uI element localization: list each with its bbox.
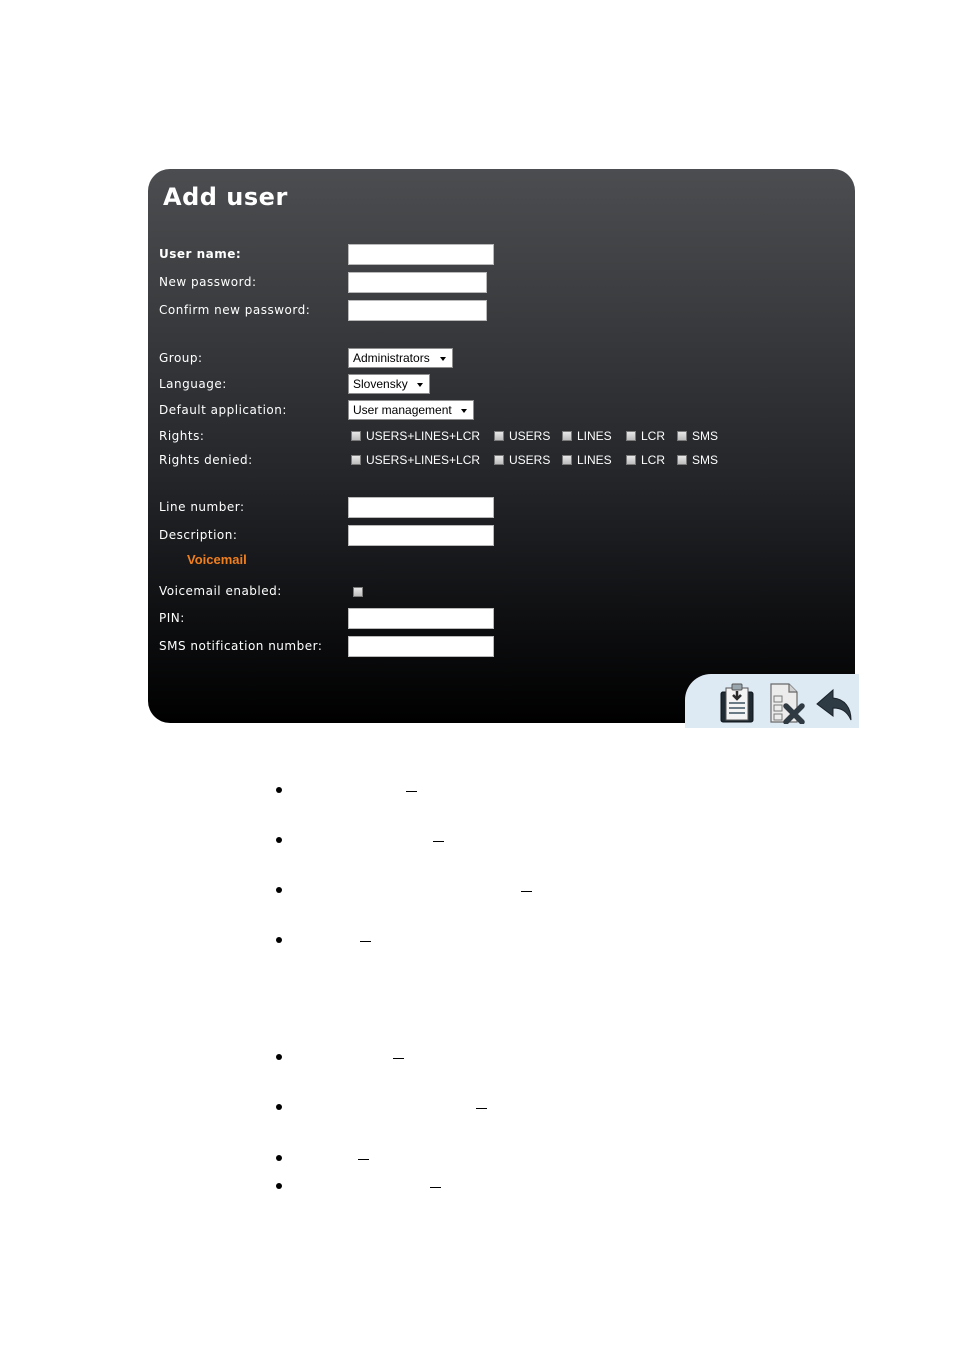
- rights-option-label: LINES: [577, 429, 612, 443]
- chevron-down-icon: [461, 409, 467, 413]
- rights-checkbox-sms[interactable]: [677, 431, 687, 441]
- rights-label: Rights:: [159, 429, 205, 443]
- sms-notification-number-label: SMS notification number:: [159, 639, 323, 653]
- pin-input[interactable]: [348, 608, 494, 629]
- default-application-label: Default application:: [159, 403, 287, 417]
- rights-option-label: USERS: [509, 429, 551, 443]
- bullet-dash: [393, 1058, 404, 1059]
- group-label: Group:: [159, 351, 203, 365]
- bullet-dash: [360, 941, 371, 942]
- save-button[interactable]: [717, 682, 757, 724]
- description-label: Description:: [159, 528, 238, 542]
- rights-denied-option-label: LINES: [577, 453, 612, 467]
- bullet-marker: [276, 887, 282, 893]
- confirm-password-input[interactable]: [348, 300, 487, 321]
- action-toolbar: [685, 674, 859, 728]
- rights-denied-label: Rights denied:: [159, 453, 253, 467]
- voicemail-enabled-checkbox[interactable]: [353, 587, 363, 597]
- bullet-marker: [276, 787, 282, 793]
- default-application-select-value: User management: [353, 403, 452, 417]
- chevron-down-icon: [417, 383, 423, 387]
- rights-denied-checkbox-lcr[interactable]: [626, 455, 636, 465]
- bullet-dash: [430, 1187, 441, 1188]
- rights-checkbox-lines[interactable]: [562, 431, 572, 441]
- add-user-panel: Add user User name: New password: Confir…: [148, 169, 859, 728]
- bullet-dash: [358, 1159, 369, 1160]
- new-password-input[interactable]: [348, 272, 487, 293]
- user-name-label: User name:: [159, 247, 242, 261]
- save-document-icon: [720, 683, 754, 723]
- group-select-value: Administrators: [353, 351, 430, 365]
- user-name-input[interactable]: [348, 244, 494, 265]
- sms-notification-number-input[interactable]: [348, 636, 494, 657]
- rights-option-label: USERS+LINES+LCR: [366, 429, 481, 443]
- rights-denied-option-label: LCR: [641, 453, 666, 467]
- bullet-dash: [521, 891, 532, 892]
- rights-option-label: LCR: [641, 429, 666, 443]
- bullet-marker: [276, 1054, 282, 1060]
- cancel-button[interactable]: [767, 682, 807, 725]
- line-number-label: Line number:: [159, 500, 245, 514]
- back-button[interactable]: [815, 682, 855, 724]
- rights-option-label: SMS: [692, 429, 719, 443]
- rights-denied-checkbox-users[interactable]: [494, 455, 504, 465]
- rights-denied-checkbox-lines[interactable]: [562, 455, 572, 465]
- new-password-label: New password:: [159, 275, 257, 289]
- back-arrow-icon: [816, 688, 852, 721]
- pin-label: PIN:: [159, 611, 185, 625]
- confirm-password-label: Confirm new password:: [159, 303, 311, 317]
- bullet-dash: [476, 1108, 487, 1109]
- rights-denied-option-label: USERS: [509, 453, 551, 467]
- chevron-down-icon: [440, 357, 446, 361]
- bullet-marker: [276, 1183, 282, 1189]
- language-label: Language:: [159, 377, 227, 391]
- voicemail-section-heading: Voicemail: [187, 552, 247, 567]
- language-select-value: Slovensky: [353, 377, 408, 391]
- rights-checkbox-users[interactable]: [494, 431, 504, 441]
- default-application-select[interactable]: User management: [348, 400, 474, 420]
- line-number-input[interactable]: [348, 497, 494, 518]
- rights-denied-checkbox-sms[interactable]: [677, 455, 687, 465]
- language-select[interactable]: Slovensky: [348, 374, 430, 394]
- rights-denied-option-label: SMS: [692, 453, 719, 467]
- bullet-marker: [276, 1155, 282, 1161]
- page-title: Add user: [163, 183, 288, 211]
- rights-denied-checkbox-users-lines-lcr[interactable]: [351, 455, 361, 465]
- description-input[interactable]: [348, 525, 494, 546]
- bullet-marker: [276, 937, 282, 943]
- rights-checkbox-users-lines-lcr[interactable]: [351, 431, 361, 441]
- voicemail-enabled-label: Voicemail enabled:: [159, 584, 282, 598]
- rights-checkbox-lcr[interactable]: [626, 431, 636, 441]
- rights-denied-option-label: USERS+LINES+LCR: [366, 453, 481, 467]
- bullet-marker: [276, 837, 282, 843]
- cancel-document-icon: [770, 683, 805, 725]
- group-select[interactable]: Administrators: [348, 348, 453, 368]
- bullet-marker: [276, 1104, 282, 1110]
- bullet-dash: [406, 791, 417, 792]
- bullet-dash: [433, 841, 444, 842]
